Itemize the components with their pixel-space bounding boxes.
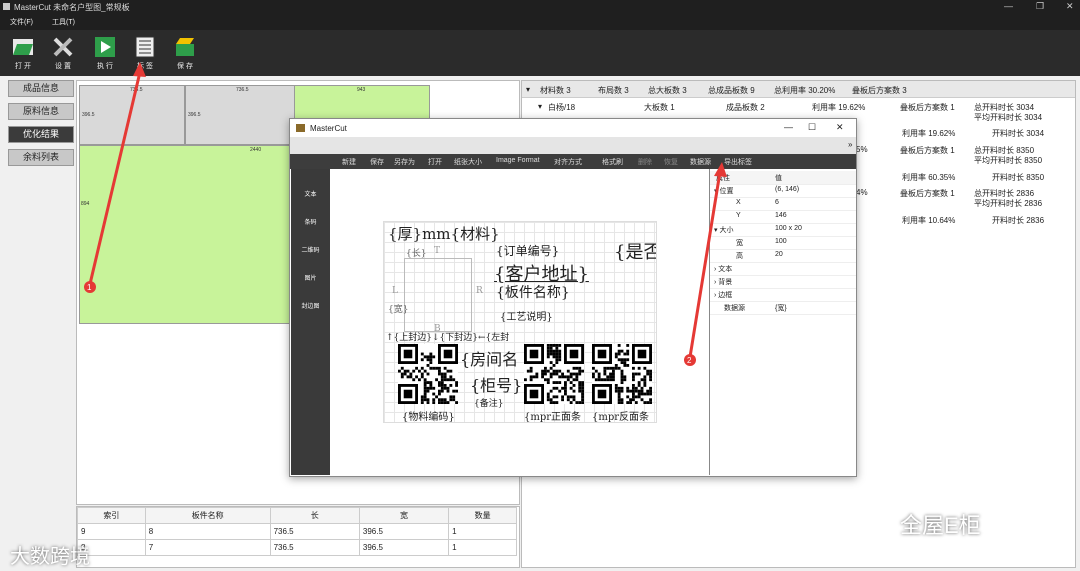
- annotation-overlay: 1 2: [84, 62, 727, 366]
- arrow-head-icon: [714, 162, 727, 177]
- marker-2-label: 2: [687, 356, 692, 365]
- annotation-arrow-2: [688, 171, 722, 358]
- watermark-left: 大数跨境: [10, 546, 90, 568]
- arrow-head-icon: [133, 62, 146, 77]
- watermark-right: 全屋E柜: [900, 513, 981, 538]
- marker-1-label: 1: [87, 283, 92, 292]
- annotation-arrow-1: [88, 71, 142, 285]
